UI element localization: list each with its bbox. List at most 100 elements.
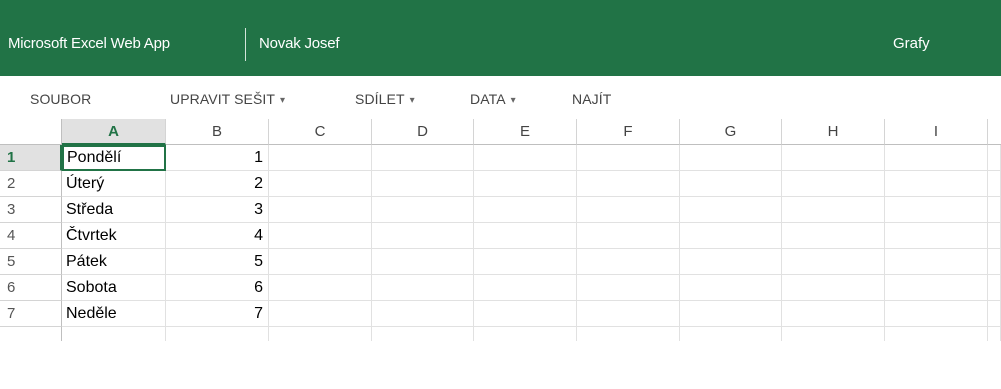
column-header-c[interactable]: C	[269, 119, 372, 145]
select-all-corner[interactable]	[0, 119, 62, 145]
cell-j5[interactable]	[988, 249, 1001, 275]
cell-g4[interactable]	[680, 223, 782, 249]
cell-j6[interactable]	[988, 275, 1001, 301]
cell-d5[interactable]	[372, 249, 474, 275]
user-name[interactable]: Novak Josef	[259, 35, 340, 52]
cell-c2[interactable]	[269, 171, 372, 197]
column-header-i[interactable]: I	[885, 119, 988, 145]
cell-f3[interactable]	[577, 197, 680, 223]
cell-a6[interactable]: Sobota	[62, 275, 166, 301]
cell-g2[interactable]	[680, 171, 782, 197]
cell-g6[interactable]	[680, 275, 782, 301]
cell-h7[interactable]	[782, 301, 885, 327]
cell-c3[interactable]	[269, 197, 372, 223]
cell-i3[interactable]	[885, 197, 988, 223]
cell-a1[interactable]: Pondělí	[62, 145, 166, 171]
menu-najit[interactable]: NAJÍT	[572, 91, 611, 107]
cell-a2[interactable]: Úterý	[62, 171, 166, 197]
cell-e3[interactable]	[474, 197, 577, 223]
cell-e8[interactable]	[474, 327, 577, 341]
cell-j3[interactable]	[988, 197, 1001, 223]
cell-h8[interactable]	[782, 327, 885, 341]
cell-j4[interactable]	[988, 223, 1001, 249]
cell-i4[interactable]	[885, 223, 988, 249]
cell-h2[interactable]	[782, 171, 885, 197]
cell-h6[interactable]	[782, 275, 885, 301]
row-header-8[interactable]	[0, 327, 62, 341]
column-header-a[interactable]: A	[62, 119, 166, 145]
cell-j2[interactable]	[988, 171, 1001, 197]
cell-i8[interactable]	[885, 327, 988, 341]
cell-f2[interactable]	[577, 171, 680, 197]
cell-f7[interactable]	[577, 301, 680, 327]
cell-e1[interactable]	[474, 145, 577, 171]
cell-f6[interactable]	[577, 275, 680, 301]
cell-b4[interactable]: 4	[166, 223, 269, 249]
cell-d3[interactable]	[372, 197, 474, 223]
cell-a8[interactable]	[62, 327, 166, 341]
menu-upravit-sesit[interactable]: UPRAVIT SEŠIT ▾	[170, 91, 285, 107]
cell-b1[interactable]: 1	[166, 145, 269, 171]
menu-soubor[interactable]: SOUBOR	[30, 91, 91, 107]
cell-a5[interactable]: Pátek	[62, 249, 166, 275]
cell-a3[interactable]: Středa	[62, 197, 166, 223]
row-header-7[interactable]: 7	[0, 301, 62, 327]
cell-h3[interactable]	[782, 197, 885, 223]
cell-a4[interactable]: Čtvrtek	[62, 223, 166, 249]
cell-c5[interactable]	[269, 249, 372, 275]
cell-d7[interactable]	[372, 301, 474, 327]
cell-b8[interactable]	[166, 327, 269, 341]
row-header-2[interactable]: 2	[0, 171, 62, 197]
cell-i5[interactable]	[885, 249, 988, 275]
cell-e2[interactable]	[474, 171, 577, 197]
cell-b6[interactable]: 6	[166, 275, 269, 301]
cell-c7[interactable]	[269, 301, 372, 327]
cell-g1[interactable]	[680, 145, 782, 171]
cell-i1[interactable]	[885, 145, 988, 171]
cell-d6[interactable]	[372, 275, 474, 301]
cell-i7[interactable]	[885, 301, 988, 327]
cell-b2[interactable]: 2	[166, 171, 269, 197]
row-header-6[interactable]: 6	[0, 275, 62, 301]
cell-j8[interactable]	[988, 327, 1001, 341]
app-title[interactable]: Microsoft Excel Web App	[8, 35, 170, 52]
cell-d2[interactable]	[372, 171, 474, 197]
cell-c8[interactable]	[269, 327, 372, 341]
document-title[interactable]: Grafy	[893, 35, 930, 52]
cell-j1[interactable]	[988, 145, 1001, 171]
cell-b5[interactable]: 5	[166, 249, 269, 275]
cell-f1[interactable]	[577, 145, 680, 171]
cell-h5[interactable]	[782, 249, 885, 275]
row-header-1[interactable]: 1	[0, 145, 62, 171]
cell-g5[interactable]	[680, 249, 782, 275]
cell-c1[interactable]	[269, 145, 372, 171]
cell-h4[interactable]	[782, 223, 885, 249]
row-header-4[interactable]: 4	[0, 223, 62, 249]
cell-e7[interactable]	[474, 301, 577, 327]
row-header-5[interactable]: 5	[0, 249, 62, 275]
column-header-b[interactable]: B	[166, 119, 269, 145]
cell-a7[interactable]: Neděle	[62, 301, 166, 327]
cell-d4[interactable]	[372, 223, 474, 249]
cell-e5[interactable]	[474, 249, 577, 275]
cell-c6[interactable]	[269, 275, 372, 301]
cell-i6[interactable]	[885, 275, 988, 301]
cell-j7[interactable]	[988, 301, 1001, 327]
row-header-3[interactable]: 3	[0, 197, 62, 223]
cell-h1[interactable]	[782, 145, 885, 171]
cell-b3[interactable]: 3	[166, 197, 269, 223]
cell-d8[interactable]	[372, 327, 474, 341]
cell-f5[interactable]	[577, 249, 680, 275]
column-header-g[interactable]: G	[680, 119, 782, 145]
menu-sdilet[interactable]: SDÍLET ▾	[355, 91, 415, 107]
cell-g8[interactable]	[680, 327, 782, 341]
cell-e4[interactable]	[474, 223, 577, 249]
column-header-d[interactable]: D	[372, 119, 474, 145]
cell-g7[interactable]	[680, 301, 782, 327]
spreadsheet-grid[interactable]: A B C D E F G H I 1 2 3 4 5 6 7 Pondělí …	[0, 119, 1001, 389]
cell-i2[interactable]	[885, 171, 988, 197]
cell-c4[interactable]	[269, 223, 372, 249]
menu-data[interactable]: DATA ▾	[470, 91, 516, 107]
cell-g3[interactable]	[680, 197, 782, 223]
cell-e6[interactable]	[474, 275, 577, 301]
